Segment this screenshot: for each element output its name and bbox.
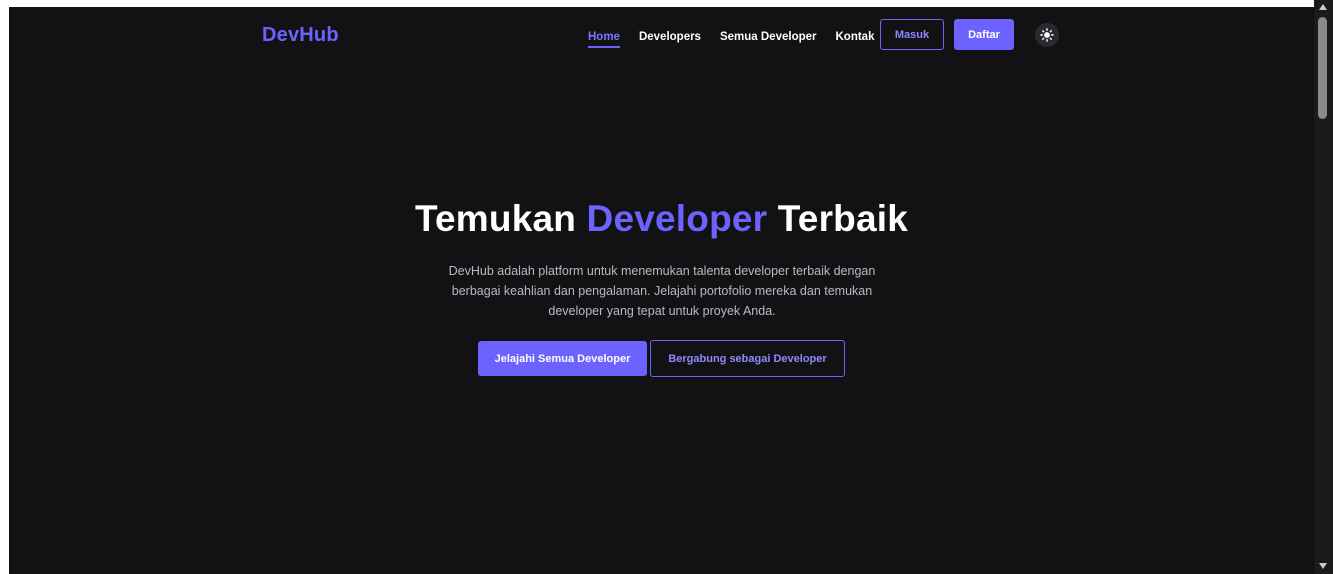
hero-title-accent: Developer [586, 198, 768, 239]
scrollbar-thumb[interactable] [1318, 17, 1327, 119]
nav-link-home[interactable]: Home [588, 31, 620, 48]
scroll-down-arrow-icon[interactable] [1319, 563, 1327, 569]
sun-icon [1040, 28, 1054, 42]
page-viewport: DevHub Home Developers Semua Developer K… [9, 7, 1314, 574]
nav-links: Home Developers Semua Developer Kontak [588, 28, 893, 48]
nav-link-semua-developer[interactable]: Semua Developer [720, 31, 817, 43]
vertical-scrollbar[interactable] [1314, 0, 1333, 574]
nav-link-kontak[interactable]: Kontak [835, 31, 874, 43]
nav-link-developers[interactable]: Developers [639, 31, 701, 43]
register-button[interactable]: Daftar [954, 19, 1014, 50]
join-as-developer-button[interactable]: Bergabung sebagai Developer [650, 340, 845, 377]
login-button[interactable]: Masuk [880, 19, 944, 50]
hero-title: Temukan Developer Terbaik [9, 198, 1314, 240]
navbar: DevHub Home Developers Semua Developer K… [9, 7, 1314, 64]
hero-title-end: Terbaik [767, 198, 909, 239]
theme-toggle-button[interactable] [1035, 23, 1059, 47]
hero-title-start: Temukan [414, 198, 587, 239]
brand-logo[interactable]: DevHub [262, 24, 339, 47]
hero-description: DevHub adalah platform untuk menemukan t… [448, 264, 876, 318]
explore-developers-button[interactable]: Jelajahi Semua Developer [478, 341, 647, 376]
scroll-up-arrow-icon[interactable] [1319, 4, 1327, 10]
